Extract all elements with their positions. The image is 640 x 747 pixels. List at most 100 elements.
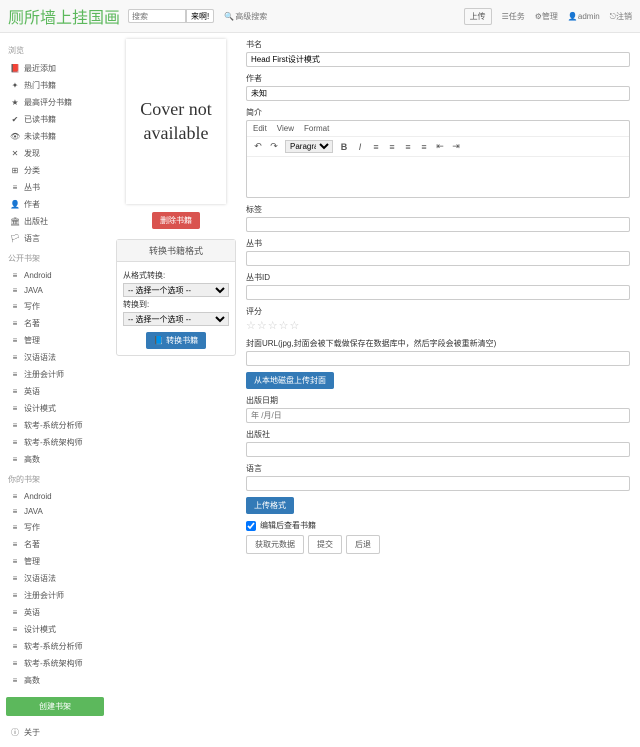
delete-book-button[interactable]: 删除书籍 — [152, 212, 200, 229]
align-center-icon[interactable]: ≡ — [387, 142, 397, 152]
sidebar-item[interactable]: 🏛出版社 — [6, 213, 104, 230]
back-button[interactable]: 后退 — [346, 535, 380, 554]
shelf-item[interactable]: ≡ Android — [6, 489, 104, 504]
shelf-item[interactable]: ≡写作 — [6, 519, 104, 536]
list-icon: ≡ — [10, 336, 20, 345]
view-after-edit-checkbox[interactable] — [246, 521, 256, 531]
book-icon: 📘 — [154, 336, 166, 345]
upload-local-cover-button[interactable]: 从本地磁盘上传封面 — [246, 372, 334, 389]
brand[interactable]: 厕所墙上挂国画 — [8, 4, 120, 28]
rating-stars[interactable]: ☆☆☆☆☆ — [246, 319, 630, 332]
editor-menu-view[interactable]: View — [277, 124, 294, 133]
upload-button[interactable]: 上传 — [464, 8, 492, 25]
desc-editor[interactable]: Edit View Format ↶ ↷ Paragraph B I ≡ ≡ ≡… — [246, 120, 630, 198]
indent-icon[interactable]: ⇥ — [451, 141, 461, 152]
language-input[interactable] — [246, 476, 630, 491]
user-link[interactable]: 👤admin — [568, 12, 600, 21]
pubdate-label: 出版日期 — [246, 395, 630, 406]
shelf-item[interactable]: ≡高数 — [6, 451, 104, 468]
create-shelf-button[interactable]: 创建书架 — [6, 697, 104, 716]
list-icon: ≡ — [10, 625, 20, 634]
shelf-item[interactable]: ≡管理 — [6, 332, 104, 349]
paragraph-select[interactable]: Paragraph — [285, 140, 333, 153]
shelf-item[interactable]: ≡设计模式 — [6, 621, 104, 638]
pubdate-input[interactable] — [246, 408, 630, 423]
shelf-item[interactable]: ≡软考-系统分析师 — [6, 417, 104, 434]
sidebar-item[interactable]: 🏳语言 — [6, 230, 104, 247]
sidebar-item-label: 作者 — [24, 199, 40, 210]
redo-icon[interactable]: ↷ — [269, 141, 279, 152]
shelf-item[interactable]: ≡汉语语法 — [6, 349, 104, 366]
undo-icon[interactable]: ↶ — [253, 141, 263, 152]
editor-body[interactable] — [247, 157, 629, 197]
shelf-item[interactable]: ≡Android — [6, 268, 104, 283]
advanced-search-link[interactable]: 高级搜索 — [224, 11, 267, 22]
list-icon: ≡ — [10, 492, 20, 501]
align-left-icon[interactable]: ≡ — [371, 142, 381, 152]
tags-input[interactable] — [246, 217, 630, 232]
convert-to-select[interactable]: -- 选择一个选项 -- — [123, 312, 229, 326]
list-icon: ≡ — [10, 455, 20, 464]
shelf-item[interactable]: ≡注册会计师 — [6, 366, 104, 383]
bold-icon[interactable]: B — [339, 142, 349, 152]
fetch-metadata-button[interactable]: 获取元数据 — [246, 535, 304, 554]
shelf-item[interactable]: ≡软考-系统架构师 — [6, 655, 104, 672]
convert-from-select[interactable]: -- 选择一个选项 -- — [123, 283, 229, 297]
shelf-item[interactable]: ≡高数 — [6, 672, 104, 689]
author-input[interactable] — [246, 86, 630, 101]
sidebar-item-label: 发现 — [24, 148, 40, 159]
info-icon: ⓘ — [10, 727, 20, 738]
sidebar-item[interactable]: ⊞分类 — [6, 162, 104, 179]
about-link[interactable]: ⓘ关于 — [6, 724, 104, 741]
sidebar-item[interactable]: ★最高评分书籍 — [6, 94, 104, 111]
upload-format-button[interactable]: 上传格式 — [246, 497, 294, 514]
shelf-item[interactable]: ≡JAVA — [6, 504, 104, 519]
search-button[interactable]: 来啊! — [186, 9, 214, 23]
shelf-item[interactable]: ≡名著 — [6, 536, 104, 553]
author-label: 作者 — [246, 73, 630, 84]
editor-menu-format[interactable]: Format — [304, 124, 329, 133]
submit-button[interactable]: 提交 — [308, 535, 342, 554]
shelf-item[interactable]: ≡JAVA — [6, 283, 104, 298]
editor-menu-edit[interactable]: Edit — [253, 124, 267, 133]
sidebar-item[interactable]: ✦热门书籍 — [6, 77, 104, 94]
sidebar-icon: ✕ — [10, 149, 20, 158]
shelf-item[interactable]: ≡软考-系统分析师 — [6, 638, 104, 655]
align-justify-icon[interactable]: ≡ — [419, 142, 429, 152]
outdent-icon[interactable]: ⇤ — [435, 141, 445, 152]
sidebar-icon: 🏳 — [10, 234, 20, 243]
shelf-item-label: 注册会计师 — [24, 590, 64, 601]
sidebar-item[interactable]: ✕ 发现 — [6, 145, 104, 162]
cover-url-input[interactable] — [246, 351, 630, 366]
series-id-input[interactable] — [246, 285, 630, 300]
sidebar-item[interactable]: 👤作者 — [6, 196, 104, 213]
cover-image: Cover not available — [126, 39, 226, 204]
sidebar-item[interactable]: ✔已读书籍 — [6, 111, 104, 128]
convert-button[interactable]: 📘 转换书籍 — [146, 332, 206, 349]
list-icon: ≡ — [10, 387, 20, 396]
search-input[interactable] — [128, 9, 186, 23]
shelf-item[interactable]: ≡写作 — [6, 298, 104, 315]
italic-icon[interactable]: I — [355, 142, 365, 152]
sidebar-item[interactable]: ≡丛书 — [6, 179, 104, 196]
list-icon: ≡ — [10, 319, 20, 328]
series-input[interactable] — [246, 251, 630, 266]
shelf-item-label: Android — [24, 492, 52, 501]
shelf-item[interactable]: ≡英语 — [6, 383, 104, 400]
tasks-link[interactable]: ☰任务 — [502, 11, 525, 22]
shelf-item[interactable]: ≡设计模式 — [6, 400, 104, 417]
sidebar-item[interactable]: 📕最近添加 — [6, 60, 104, 77]
shelf-item[interactable]: ≡名著 — [6, 315, 104, 332]
publisher-input[interactable] — [246, 442, 630, 457]
shelf-item[interactable]: ≡软考-系统架构师 — [6, 434, 104, 451]
title-input[interactable] — [246, 52, 630, 67]
shelf-item[interactable]: ≡英语 — [6, 604, 104, 621]
sidebar-icon: ★ — [10, 98, 20, 107]
shelf-item[interactable]: ≡汉语语法 — [6, 570, 104, 587]
shelf-item[interactable]: ≡管理 — [6, 553, 104, 570]
manage-link[interactable]: ⚙管理 — [535, 11, 558, 22]
logout-link[interactable]: ⎋注销 — [610, 11, 632, 22]
align-right-icon[interactable]: ≡ — [403, 142, 413, 152]
sidebar-item[interactable]: 👁未读书籍 — [6, 128, 104, 145]
shelf-item[interactable]: ≡注册会计师 — [6, 587, 104, 604]
